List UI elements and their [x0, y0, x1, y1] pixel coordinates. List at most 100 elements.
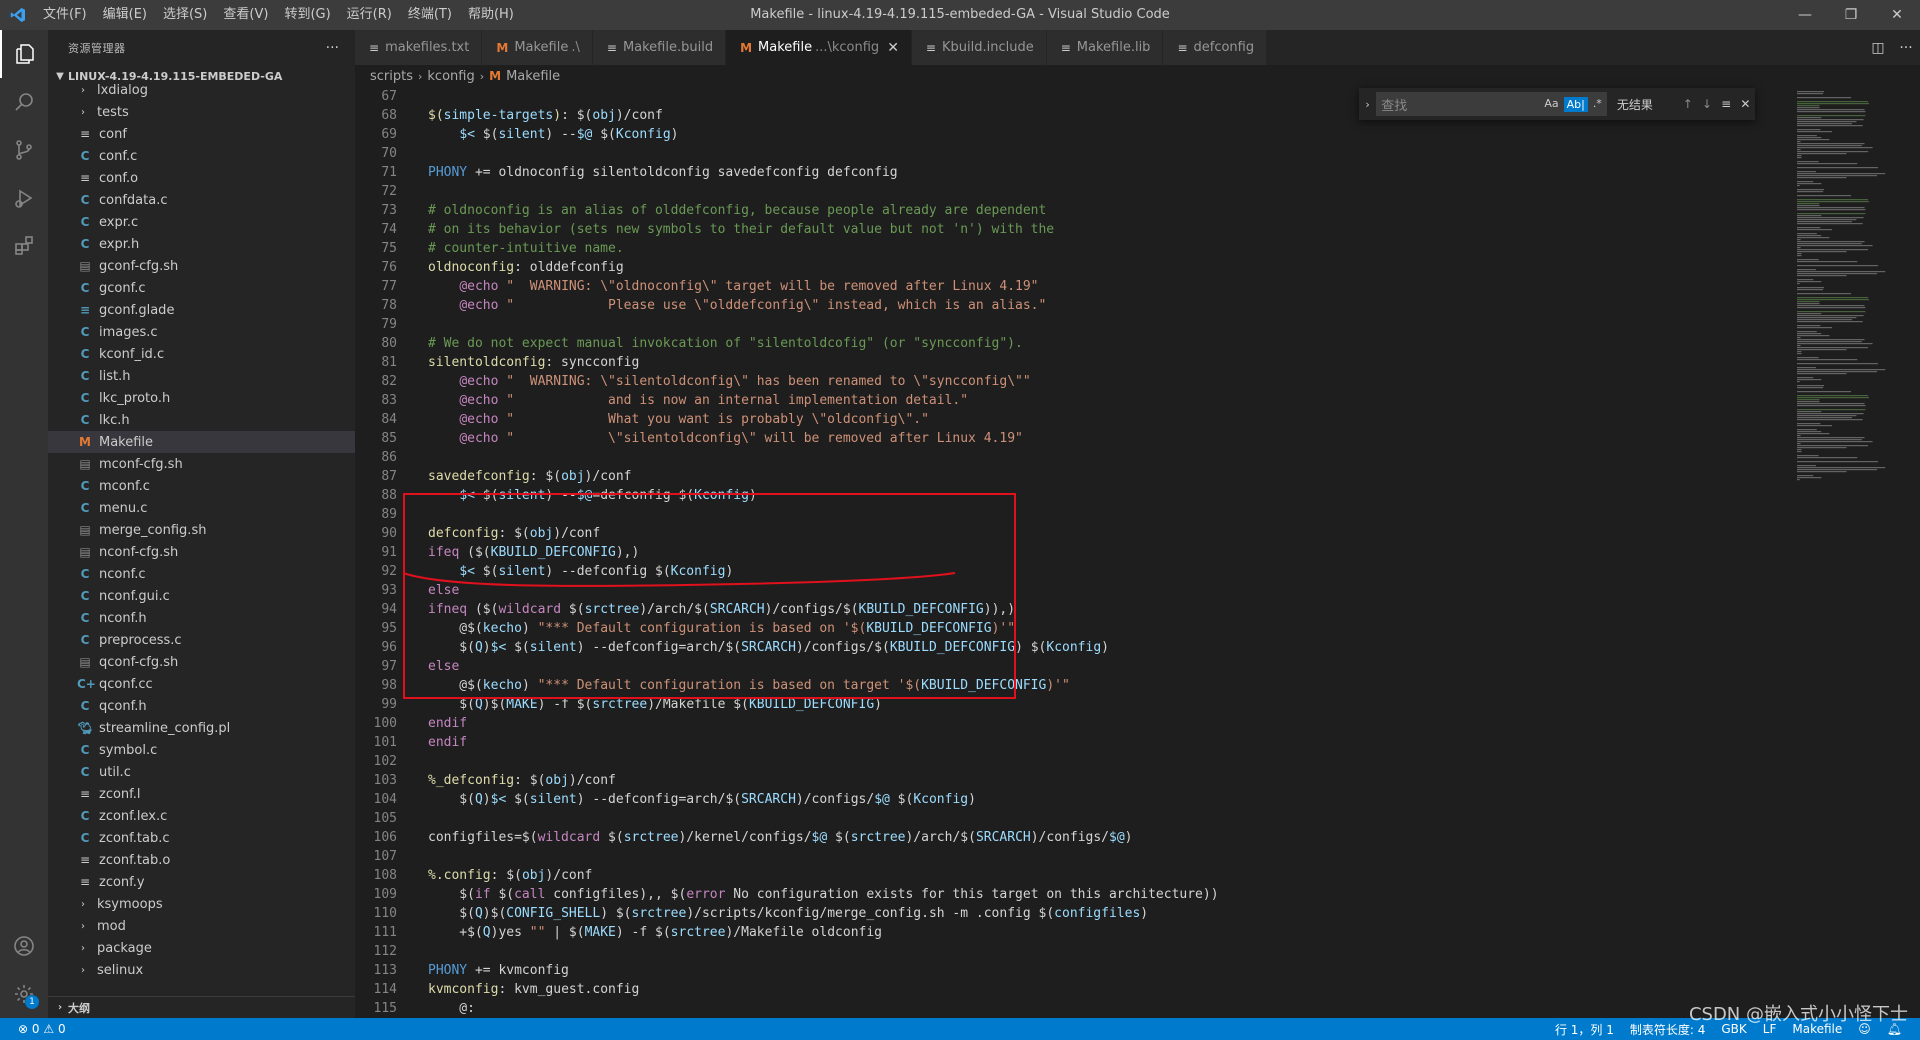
arrow-down-icon[interactable]: ↓	[1697, 97, 1716, 111]
menu-item[interactable]: 编辑(E)	[95, 0, 155, 30]
editor-tab[interactable]: ≡ makefiles.txt	[355, 30, 483, 65]
tree-folder[interactable]: › mod	[48, 915, 355, 937]
line-number: 82	[381, 374, 397, 389]
eol[interactable]: LF	[1763, 1022, 1777, 1036]
tree-file[interactable]: C+ qconf.cc	[48, 673, 355, 695]
tree-file[interactable]: Cpreprocess.c	[48, 629, 355, 651]
source-control-icon[interactable]	[0, 126, 48, 174]
close-icon[interactable]: ✕	[1736, 97, 1755, 111]
menu-item[interactable]: 帮助(H)	[460, 0, 522, 30]
tree-file[interactable]: Ckconf_id.c	[48, 343, 355, 365]
tree-file[interactable]: Cmenu.c	[48, 497, 355, 519]
tree-file[interactable]: ▤ qconf-cfg.sh	[48, 651, 355, 673]
minimize-icon[interactable]: —	[1782, 0, 1828, 30]
tree-file[interactable]: ▤ mconf-cfg.sh	[48, 453, 355, 475]
tree-file[interactable]: Cconf.c	[48, 145, 355, 167]
editor-tab[interactable]: ≡ defconfig	[1163, 30, 1268, 65]
editor-tab[interactable]: M Makefile .\	[482, 30, 593, 65]
line-number: 109	[373, 887, 397, 902]
tree-file[interactable]: Czconf.tab.c	[48, 827, 355, 849]
tree-file[interactable]: Cimages.c	[48, 321, 355, 343]
editor-tab[interactable]: ≡ Makefile.build	[592, 30, 727, 65]
breadcrumb-item[interactable]: kconfig	[427, 69, 474, 84]
tree-folder[interactable]: › lxdialog	[48, 79, 355, 101]
vertical-scrollbar[interactable]	[1906, 87, 1920, 1018]
editor-tab[interactable]: M Makefile ...\kconfig ✕	[726, 30, 912, 65]
tree-file[interactable]: ▤ merge_config.sh	[48, 519, 355, 541]
language-mode[interactable]: Makefile	[1792, 1022, 1842, 1036]
restore-icon[interactable]: ❐	[1828, 0, 1874, 30]
tree-file[interactable]: Csymbol.c	[48, 739, 355, 761]
outline-header[interactable]: › 大纲	[48, 996, 355, 1018]
code-line: 111 +$(Q)yes "" | $(MAKE) -f $(srctree)/…	[355, 923, 1775, 942]
tree-file[interactable]: Cnconf.gui.c	[48, 585, 355, 607]
menu-item[interactable]: 选择(S)	[155, 0, 215, 30]
tree-folder[interactable]: › tests	[48, 101, 355, 123]
tree-file[interactable]: ≡ conf.o	[48, 167, 355, 189]
tree-file[interactable]: ▤ gconf-cfg.sh	[48, 255, 355, 277]
tree-file[interactable]: Cnconf.h	[48, 607, 355, 629]
tree-file[interactable]: Cexpr.c	[48, 211, 355, 233]
tree-folder[interactable]: › package	[48, 937, 355, 959]
close-window-icon[interactable]: ✕	[1874, 0, 1920, 30]
encoding[interactable]: GBK	[1721, 1022, 1746, 1036]
run-debug-icon[interactable]	[0, 174, 48, 222]
tree-file[interactable]: ≡ conf	[48, 123, 355, 145]
whole-word-toggle[interactable]: Ab|	[1563, 96, 1588, 112]
tree-folder[interactable]: › ksymoops	[48, 893, 355, 915]
tree-file[interactable]: Clkc_proto.h	[48, 387, 355, 409]
notifications-icon[interactable]: 🔔︎	[1887, 1022, 1902, 1036]
tree-file[interactable]: ▤ nconf-cfg.sh	[48, 541, 355, 563]
breadcrumb-item[interactable]: scripts	[370, 69, 413, 84]
tree-file[interactable]: ≡ zconf.y	[48, 871, 355, 893]
menu-item[interactable]: 转到(G)	[276, 0, 338, 30]
line-number: 73	[381, 203, 397, 218]
problems-indicator[interactable]: ⊗ 0 ⚠ 0	[18, 1022, 66, 1036]
menu-item[interactable]: 文件(F)	[35, 0, 95, 30]
more-actions-icon[interactable]: ···	[1892, 40, 1920, 56]
feedback-icon[interactable]: ☺	[1858, 1022, 1871, 1036]
tree-file[interactable]: Clist.h	[48, 365, 355, 387]
regex-toggle[interactable]: .*	[1593, 97, 1602, 112]
tree-file[interactable]: Cnconf.c	[48, 563, 355, 585]
split-editor-icon[interactable]: ◫	[1864, 40, 1892, 56]
tree-folder[interactable]: › selinux	[48, 959, 355, 975]
match-case-toggle[interactable]: Aa	[1544, 97, 1558, 112]
explorer-icon[interactable]	[0, 30, 48, 78]
editor-tab[interactable]: ≡ Makefile.lib	[1046, 30, 1164, 65]
breadcrumb-item[interactable]: Makefile	[506, 69, 560, 84]
code-editor[interactable]: 67 68 $(simple-targets): $(obj)/conf 69 $< …	[355, 87, 1775, 1018]
tree-file[interactable]: Cutil.c	[48, 761, 355, 783]
tree-file[interactable]: Cqconf.h	[48, 695, 355, 717]
editor-tab[interactable]: ≡ Kbuild.include	[911, 30, 1047, 65]
tree-file[interactable]: Cconfdata.c	[48, 189, 355, 211]
menu-item[interactable]: 查看(V)	[215, 0, 276, 30]
arrow-up-icon[interactable]: ↑	[1678, 97, 1697, 111]
tree-file[interactable]: M Makefile	[48, 431, 355, 453]
find-input[interactable]: 查找 Aa Ab| .*	[1376, 92, 1607, 116]
cursor-position[interactable]: 行 1，列 1	[1555, 1021, 1614, 1038]
tree-file[interactable]: 🐪︎ streamline_config.pl	[48, 717, 355, 739]
tree-file[interactable]: Cmconf.c	[48, 475, 355, 497]
find-in-selection-icon[interactable]: ≡	[1717, 97, 1736, 111]
menu-item[interactable]: 运行(R)	[339, 0, 400, 30]
more-actions-icon[interactable]: ···	[326, 40, 339, 56]
settings-gear-icon[interactable]: 1	[0, 970, 48, 1018]
tree-file[interactable]: Cgconf.c	[48, 277, 355, 299]
account-icon[interactable]	[0, 922, 48, 970]
tree-item-label: zconf.lex.c	[99, 808, 168, 824]
menu-item[interactable]: 终端(T)	[400, 0, 460, 30]
search-icon[interactable]	[0, 78, 48, 126]
tree-file[interactable]: ≡ zconf.l	[48, 783, 355, 805]
tab-size[interactable]: 制表符长度: 4	[1630, 1021, 1706, 1038]
tree-file[interactable]: Cexpr.h	[48, 233, 355, 255]
tree-file[interactable]: Czconf.lex.c	[48, 805, 355, 827]
tree-file[interactable]: Clkc.h	[48, 409, 355, 431]
extensions-icon[interactable]	[0, 222, 48, 270]
minimap[interactable]	[1795, 87, 1905, 487]
chevron-right-icon[interactable]: ›	[1359, 98, 1376, 111]
tree-file[interactable]: ≡ gconf.glade	[48, 299, 355, 321]
line-content: savedefconfig: $(obj)/conf	[428, 469, 632, 484]
tree-file[interactable]: ≡ zconf.tab.o	[48, 849, 355, 871]
close-tab-icon[interactable]: ✕	[887, 40, 899, 56]
